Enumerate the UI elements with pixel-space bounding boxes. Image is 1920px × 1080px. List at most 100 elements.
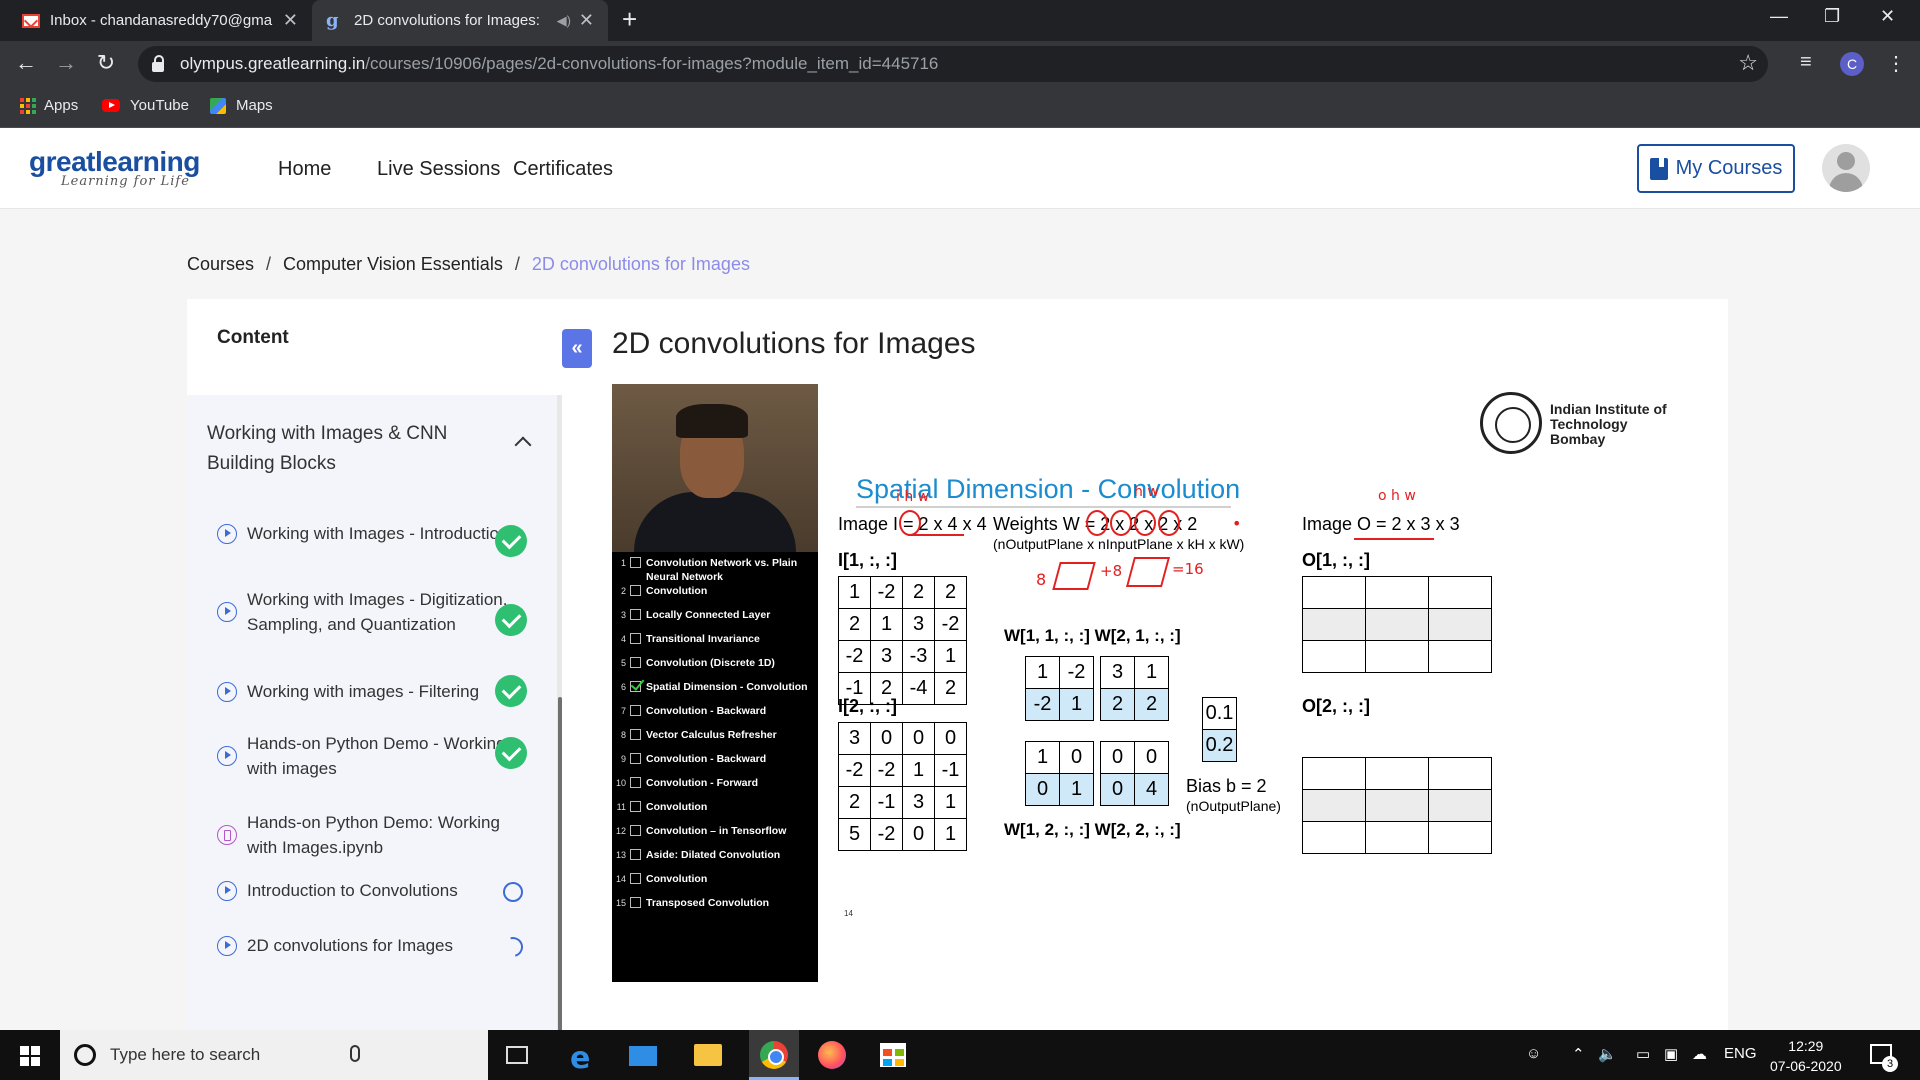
media-control-icon[interactable]: ≡ [1800, 51, 1812, 74]
video-chapter-item[interactable]: 8 Vector Calculus Refresher [612, 728, 818, 752]
video-chapter-item[interactable]: 12 Convolution – in Tensorflow [612, 824, 818, 848]
network-icon[interactable]: ▣ [1664, 1045, 1678, 1063]
checkbox-icon [630, 873, 641, 884]
lesson-item[interactable]: Introduction to Convolutions [217, 878, 517, 903]
nav-live-sessions[interactable]: Live Sessions [377, 158, 500, 181]
video-chapter-item[interactable]: 14 Convolution [612, 872, 818, 896]
taskbar-search-input[interactable]: Type here to search [60, 1030, 488, 1080]
video-chapter-item[interactable]: 4 Transitional Invariance [612, 632, 818, 656]
chrome-icon[interactable] [760, 1041, 788, 1069]
speaker-icon[interactable]: ◀) [557, 13, 571, 29]
new-tab-button[interactable]: + [622, 4, 637, 35]
lesson-item[interactable]: Hands-on Python Demo: Working with Image… [217, 810, 517, 860]
annotation-dot: • [1232, 514, 1242, 533]
breadcrumb-courses[interactable]: Courses [187, 254, 254, 274]
reload-icon[interactable]: ↻ [92, 50, 120, 76]
microsoft-store-icon[interactable] [880, 1043, 906, 1067]
collapse-sidebar-button[interactable]: « [562, 329, 592, 368]
video-chapter-item[interactable]: 11 Convolution [612, 800, 818, 824]
chapter-number: 13 [615, 850, 626, 860]
close-icon[interactable]: ✕ [283, 10, 298, 31]
video-chapter-item[interactable]: 3 Locally Connected Layer [612, 608, 818, 632]
video-chapter-item[interactable]: 6 Spatial Dimension - Convolution [612, 680, 818, 704]
back-arrow-icon[interactable]: ← [12, 50, 40, 76]
people-icon[interactable]: ☺ [1526, 1045, 1541, 1062]
lock-icon[interactable] [152, 54, 164, 72]
breadcrumb-course[interactable]: Computer Vision Essentials [283, 254, 503, 274]
bookmark-apps[interactable]: Apps [20, 97, 78, 114]
tab-gmail-inbox[interactable]: Inbox - chandanasreddy70@gma ✕ [8, 0, 312, 41]
user-avatar[interactable] [1822, 144, 1870, 192]
video-player[interactable]: 1 Convolution Network vs. Plain Neural Ne… [612, 384, 1678, 982]
video-chapter-item[interactable]: 13 Aside: Dilated Convolution [612, 848, 818, 872]
lecture-slide: Indian Institute of Technology Bombay Sp… [818, 384, 1678, 982]
annotation-underline [908, 534, 964, 536]
onedrive-icon[interactable]: ☁ [1692, 1045, 1707, 1063]
greatlearning-logo[interactable]: greatlearning Learning for Life [29, 146, 200, 189]
chapter-number: 6 [620, 682, 626, 692]
chapter-title: Convolution [646, 873, 708, 885]
module-title[interactable]: Working with Images & CNN Building Block… [207, 419, 497, 479]
chapter-number: 7 [620, 706, 626, 716]
menu-kebab-icon[interactable]: ⋮ [1886, 51, 1906, 76]
battery-icon[interactable]: ▭ [1636, 1045, 1650, 1063]
firefox-icon[interactable] [818, 1041, 846, 1069]
matrix-cell: 1 [1059, 688, 1094, 721]
matrix-cell: 1 [1025, 656, 1060, 689]
microphone-icon[interactable] [350, 1045, 360, 1062]
task-view-icon[interactable] [506, 1046, 528, 1064]
matrix-cell: 1 [934, 818, 967, 851]
close-window-icon[interactable]: ✕ [1880, 6, 1895, 27]
bookmark-maps[interactable]: Maps [210, 97, 273, 114]
lesson-item[interactable]: Working with Images - Introduction [217, 521, 517, 546]
annotation-dims-i: i h w [896, 489, 930, 505]
module-section: Working with Images & CNN Building Block… [187, 395, 557, 1030]
chevron-up-tray-icon[interactable]: ⌃ [1572, 1045, 1585, 1063]
language-indicator[interactable]: ENG [1724, 1045, 1757, 1062]
profile-avatar[interactable]: C [1840, 52, 1864, 76]
video-chapter-item[interactable]: 7 Convolution - Backward [612, 704, 818, 728]
my-courses-button[interactable]: My Courses [1637, 144, 1795, 193]
system-clock[interactable]: 12:29 07-06-2020 [1770, 1036, 1842, 1076]
output-cell [1302, 640, 1366, 673]
bookmark-star-icon[interactable]: ☆ [1738, 50, 1758, 76]
matrix-cell: 2 [1100, 688, 1135, 721]
file-explorer-icon[interactable] [694, 1044, 722, 1066]
tab-greatlearning[interactable]: g 2D convolutions for Images: ◀) ✕ [312, 0, 608, 41]
close-icon[interactable]: ✕ [579, 10, 594, 31]
mail-icon[interactable] [629, 1046, 657, 1066]
bookmark-label: YouTube [130, 97, 189, 114]
nav-certificates[interactable]: Certificates [513, 158, 613, 181]
video-chapter-item[interactable]: 9 Convolution - Backward [612, 752, 818, 776]
video-chapter-item[interactable]: 1 Convolution Network vs. Plain Neural Ne… [612, 556, 818, 584]
matrix-cell: 1 [838, 576, 871, 609]
lesson-item-active[interactable]: 2D convolutions for Images [217, 933, 517, 958]
url-text[interactable]: olympus.greatlearning.in/courses/10906/p… [180, 54, 938, 74]
matrix-w22: 0004 [1100, 741, 1169, 806]
lesson-item[interactable]: Working with images - Filtering [217, 679, 517, 704]
annotation-dims-w: h w [1134, 484, 1159, 500]
volume-icon[interactable]: 🔈 [1598, 1045, 1617, 1063]
checkbox-icon [630, 609, 641, 620]
video-chapter-item[interactable]: 5 Convolution (Discrete 1D) [612, 656, 818, 680]
chapter-title: Transitional Invariance [646, 633, 760, 645]
chevron-up-icon[interactable] [514, 436, 532, 454]
i1-label: I[1, :, :] [838, 550, 897, 570]
matrix-cell: 0.2 [1202, 729, 1237, 762]
minimize-icon[interactable]: — [1770, 6, 1788, 27]
chapter-title: Vector Calculus Refresher [646, 729, 777, 741]
bookmark-youtube[interactable]: YouTube [102, 97, 189, 114]
video-chapter-item[interactable]: 2 Convolution [612, 584, 818, 608]
windows-start-icon[interactable] [20, 1046, 40, 1066]
video-chapter-item[interactable]: 10 Convolution - Forward [612, 776, 818, 800]
restore-icon[interactable]: ❐ [1824, 6, 1840, 27]
matrix-cell: 1 [902, 754, 935, 787]
matrix-cell: -2 [838, 754, 871, 787]
nav-home[interactable]: Home [278, 158, 331, 181]
address-bar[interactable]: olympus.greatlearning.in/courses/10906/p… [138, 46, 1768, 82]
forward-arrow-icon[interactable]: → [52, 50, 80, 76]
lesson-item[interactable]: Working with Images - Digitization, Samp… [217, 587, 517, 637]
lesson-item[interactable]: Hands-on Python Demo - Working with imag… [217, 731, 517, 781]
video-chapter-item[interactable]: 15 Transposed Convolution [612, 896, 818, 920]
edge-browser-icon[interactable]: e [570, 1041, 590, 1076]
